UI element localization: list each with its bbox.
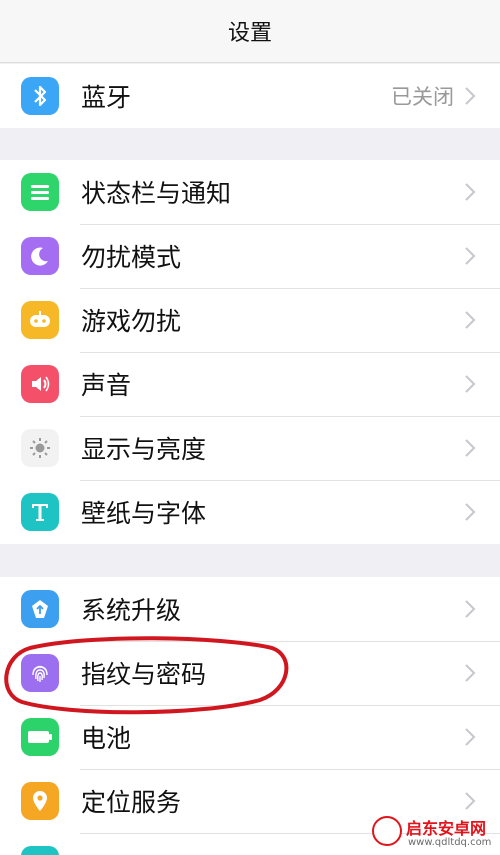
chevron-right-icon [462,438,478,458]
page-title: 设置 [227,21,272,46]
watermark-brand: 启东安卓网 [406,819,487,838]
settings-item-sound[interactable]: 声音 [0,352,500,416]
settings-item-wallpaper-font[interactable]: 壁纸与字体 [0,480,500,544]
font-t-icon [21,493,59,531]
settings-item-display-brightness[interactable]: 显示与亮度 [0,416,500,480]
chevron-right-icon [462,791,478,811]
chevron-right-icon [462,663,478,683]
settings-item-do-not-disturb[interactable]: 勿扰模式 [0,224,500,288]
chevron-right-icon [462,310,478,330]
watermark-url: www.qdltdq.com [408,837,492,848]
watermark: 启东安卓网 www.qdltdq.com [368,812,500,855]
top-bar: 设置 [0,0,500,63]
settings-item-bluetooth[interactable]: 蓝牙 已关闭 [0,64,500,128]
system-update-icon [21,590,59,628]
settings-item-label: 勿扰模式 [81,243,182,272]
watermark-logo-icon [372,816,402,846]
bluetooth-icon [21,77,59,115]
battery-icon [21,718,59,756]
gamepad-icon [21,301,59,339]
settings-item-label: 定位服务 [81,788,182,817]
settings-item-value: 已关闭 [391,85,454,109]
brightness-icon [21,429,59,467]
settings-item-label: 游戏勿扰 [81,307,182,336]
chevron-right-icon [462,182,478,202]
settings-item-label: 状态栏与通知 [81,179,232,208]
chevron-right-icon [462,374,478,394]
settings-item-label: 显示与亮度 [81,435,207,464]
chevron-right-icon [462,246,478,266]
settings-item-game-do-not-disturb[interactable]: 游戏勿扰 [0,288,500,352]
settings-item-label: 电池 [81,724,132,753]
partial-icon [21,846,59,855]
location-icon [21,782,59,820]
settings-group-personalization: 状态栏与通知 勿扰模式 游戏勿扰 声音 显示与亮度 壁纸与字体 [0,160,500,544]
settings-item-system-update[interactable]: 系统升级 [0,577,500,641]
highlight-circle-annotation [4,636,289,715]
moon-icon [21,237,59,275]
notification-icon [21,173,59,211]
settings-item-status-bar-notifications[interactable]: 状态栏与通知 [0,160,500,224]
chevron-right-icon [462,599,478,619]
settings-group-connectivity: 蓝牙 已关闭 [0,64,500,128]
settings-item-label: 蓝牙 [81,83,132,112]
settings-item-label: 壁纸与字体 [81,499,207,528]
speaker-icon [21,365,59,403]
chevron-right-icon [462,727,478,747]
chevron-right-icon [462,86,478,106]
chevron-right-icon [462,502,478,522]
settings-item-label: 系统升级 [81,596,182,625]
settings-item-label: 声音 [81,371,132,400]
